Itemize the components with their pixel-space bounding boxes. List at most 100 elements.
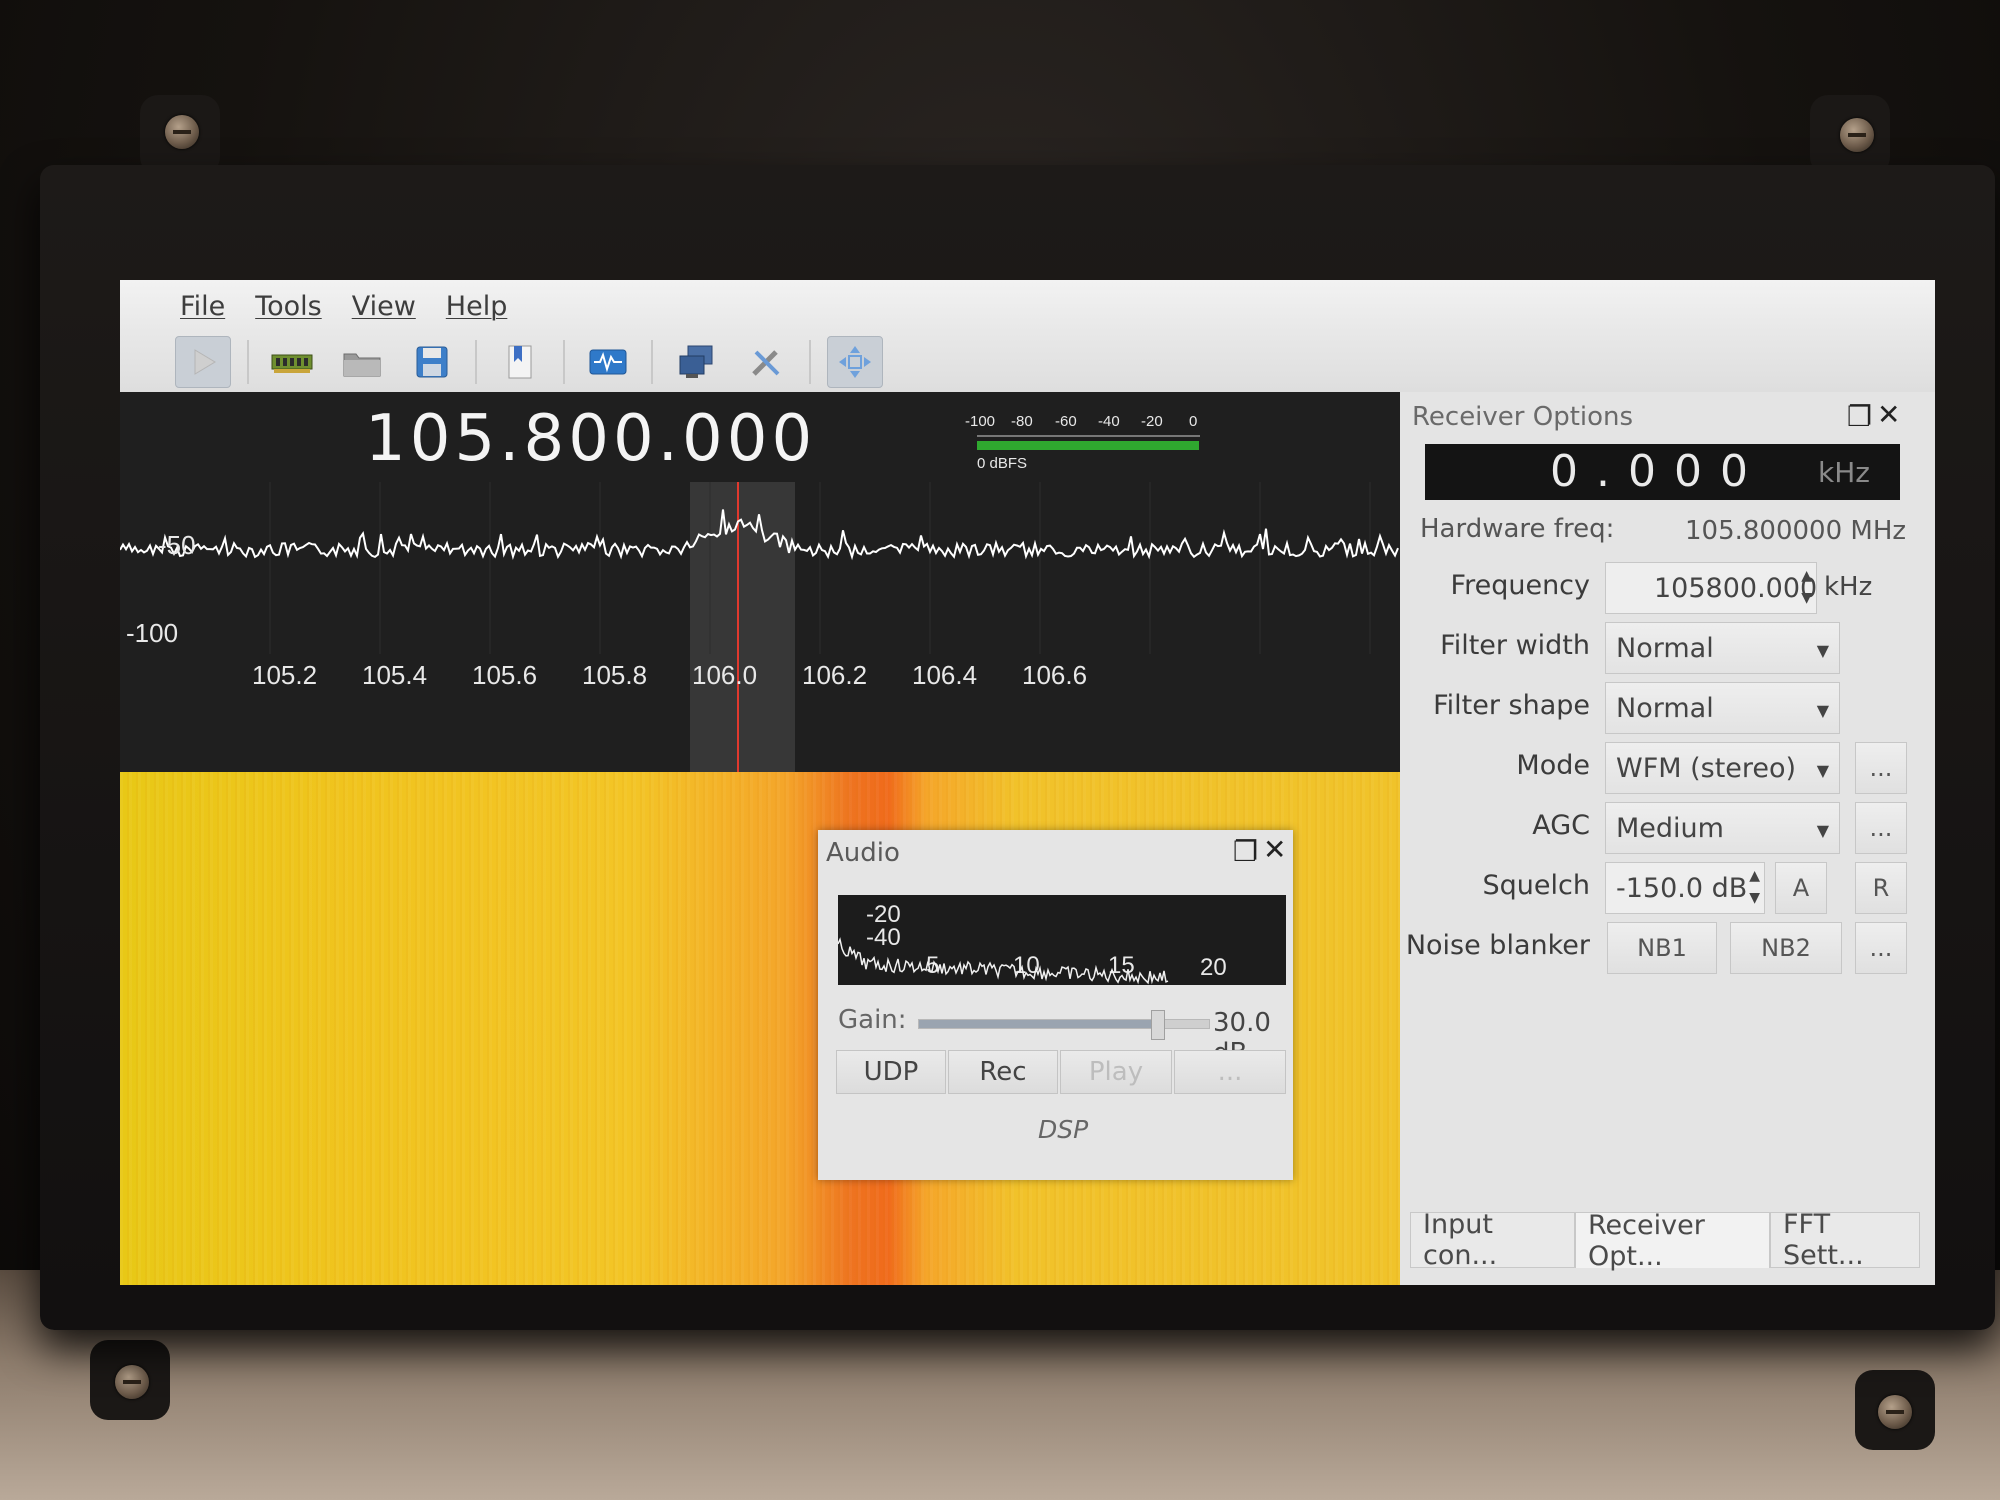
close-icon[interactable]: ✕ <box>1877 398 1900 431</box>
squelch-input[interactable]: -150.0 dB ▲ ▼ <box>1605 862 1765 914</box>
fullscreen-button[interactable] <box>827 336 883 388</box>
noise-blanker-label: Noise blanker <box>1405 930 1590 961</box>
start-dsp-button[interactable] <box>175 336 231 388</box>
x-tick-label: 105.2 <box>252 660 317 690</box>
screw <box>1840 118 1874 152</box>
waveform-icon <box>589 349 627 375</box>
audio-x-tick: 20 <box>1200 954 1227 981</box>
bookmark-icon <box>508 345 532 379</box>
screw <box>115 1365 149 1399</box>
toolbar-separator <box>809 340 811 384</box>
mode-select[interactable]: WFM (stereo) ▼ <box>1605 742 1840 794</box>
play-button[interactable]: Play <box>1060 1050 1172 1094</box>
gain-slider[interactable] <box>918 1010 1210 1040</box>
frequency-input[interactable]: 105800.000 ▲ ▼ <box>1605 562 1817 614</box>
agc-label: AGC <box>1532 810 1590 841</box>
nb1-button[interactable]: NB1 <box>1607 922 1717 974</box>
toolbar-separator <box>651 340 653 384</box>
audio-options-button[interactable]: ... <box>1174 1050 1286 1094</box>
squelch-label: Squelch <box>1482 870 1590 901</box>
audio-window: Audio ❐ ✕ -20 -40 5 10 15 20 Gain: 30.0 … <box>818 830 1293 1180</box>
toolbar-separator <box>247 340 249 384</box>
audio-fft-plot: -20 -40 5 10 15 20 <box>837 895 1286 985</box>
toolbar-separator <box>563 340 565 384</box>
dock-title: Receiver Options <box>1412 402 1634 432</box>
filter-width-label: Filter width <box>1440 630 1590 661</box>
chevron-down-icon: ▼ <box>1816 701 1829 720</box>
save-icon <box>416 346 448 378</box>
screw <box>165 115 199 149</box>
filter-shape-select[interactable]: Normal ▼ <box>1605 682 1840 734</box>
dsp-label: DSP <box>1038 1115 1089 1144</box>
iq-tool-button[interactable] <box>581 337 635 387</box>
y-tick-label: -100 <box>126 618 178 648</box>
menu-bar: File Tools View Help <box>120 280 1935 332</box>
gain-slider-fill <box>919 1020 1157 1028</box>
udp-button[interactable]: UDP <box>836 1050 946 1094</box>
frequency-label: Frequency <box>1450 570 1590 601</box>
open-settings-button[interactable] <box>335 337 389 387</box>
fullscreen-icon <box>839 346 871 378</box>
agc-options-button[interactable]: ... <box>1855 802 1907 854</box>
tab-receiver-options[interactable]: Receiver Opt... <box>1575 1210 1770 1272</box>
hw-freq-label: Hardware freq: <box>1420 514 1615 544</box>
squelch-auto-button[interactable]: A <box>1775 862 1827 914</box>
offset-display[interactable]: 0.000 kHz <box>1425 444 1900 500</box>
hardware-icon <box>271 354 313 373</box>
x-tick-label: 106.4 <box>912 660 977 690</box>
options-button[interactable] <box>739 337 793 387</box>
undock-icon[interactable]: ❐ <box>1233 835 1258 868</box>
frequency-unit: kHz <box>1824 572 1873 602</box>
audio-y-tick: -40 <box>866 924 901 951</box>
x-tick-label: 106.2 <box>802 660 867 690</box>
menu-view[interactable]: View <box>352 291 416 322</box>
bookmarks-button[interactable] <box>493 337 547 387</box>
chevron-down-icon: ▼ <box>1816 761 1829 780</box>
chevron-down-icon: ▼ <box>1816 641 1829 660</box>
spectrum-plotter[interactable]: 105.800.000 -100 -80 -60 -40 -20 0 0 dBF… <box>120 392 1400 772</box>
remote-control-button[interactable] <box>669 337 723 387</box>
record-button[interactable]: Rec <box>948 1050 1058 1094</box>
play-icon <box>194 349 216 375</box>
spin-arrows-icon[interactable]: ▲ ▼ <box>1749 865 1760 909</box>
close-icon[interactable]: ✕ <box>1263 833 1286 866</box>
x-tick-label: 105.8 <box>582 660 647 690</box>
mode-options-button[interactable]: ... <box>1855 742 1907 794</box>
nb-options-button[interactable]: ... <box>1855 922 1907 974</box>
save-settings-button[interactable] <box>405 337 459 387</box>
toolbar-separator <box>475 340 477 384</box>
audio-x-tick: 15 <box>1108 952 1135 979</box>
tab-fft-settings[interactable]: FFT Sett... <box>1770 1209 1920 1271</box>
x-tick-label: 105.4 <box>362 660 427 690</box>
tab-input-controls[interactable]: Input con... <box>1410 1209 1575 1271</box>
mode-label: Mode <box>1516 750 1590 781</box>
receiver-options-dock: Receiver Options ❐ ✕ 0.000 kHz Hardware … <box>1400 392 1935 1285</box>
app-window: File Tools View Help 105.800.000 -100 -8… <box>120 280 1935 1285</box>
configure-device-button[interactable] <box>265 337 319 387</box>
filter-width-select[interactable]: Normal ▼ <box>1605 622 1840 674</box>
y-tick-label: -50 <box>158 530 196 560</box>
toolbar <box>120 332 1935 392</box>
x-tick-label: 106.6 <box>1022 660 1087 690</box>
nb2-button[interactable]: NB2 <box>1730 922 1842 974</box>
tools-icon <box>752 350 780 376</box>
gain-slider-handle[interactable] <box>1150 1010 1165 1040</box>
squelch-reset-button[interactable]: R <box>1855 862 1907 914</box>
x-tick-label: 105.6 <box>472 660 537 690</box>
hw-freq-value: 105.800000 MHz <box>1685 516 1907 546</box>
open-folder-icon <box>343 353 381 377</box>
screw <box>1878 1395 1912 1429</box>
undock-icon[interactable]: ❐ <box>1847 400 1872 433</box>
spectrum-graph[interactable]: -50 -100 105.2 105.4 105.6 105.8 106.0 1… <box>120 392 1400 772</box>
chevron-down-icon: ▼ <box>1816 821 1829 840</box>
audio-title: Audio <box>826 838 900 868</box>
spin-arrows-icon[interactable]: ▲ ▼ <box>1801 565 1812 609</box>
offset-value: 0.000 <box>1550 446 1766 497</box>
menu-file[interactable]: File <box>180 291 225 322</box>
menu-help[interactable]: Help <box>446 291 508 322</box>
filter-shape-label: Filter shape <box>1433 690 1590 721</box>
agc-select[interactable]: Medium ▼ <box>1605 802 1840 854</box>
menu-tools[interactable]: Tools <box>255 291 322 322</box>
remote-control-icon <box>679 345 713 378</box>
gain-label: Gain: <box>838 1005 907 1035</box>
